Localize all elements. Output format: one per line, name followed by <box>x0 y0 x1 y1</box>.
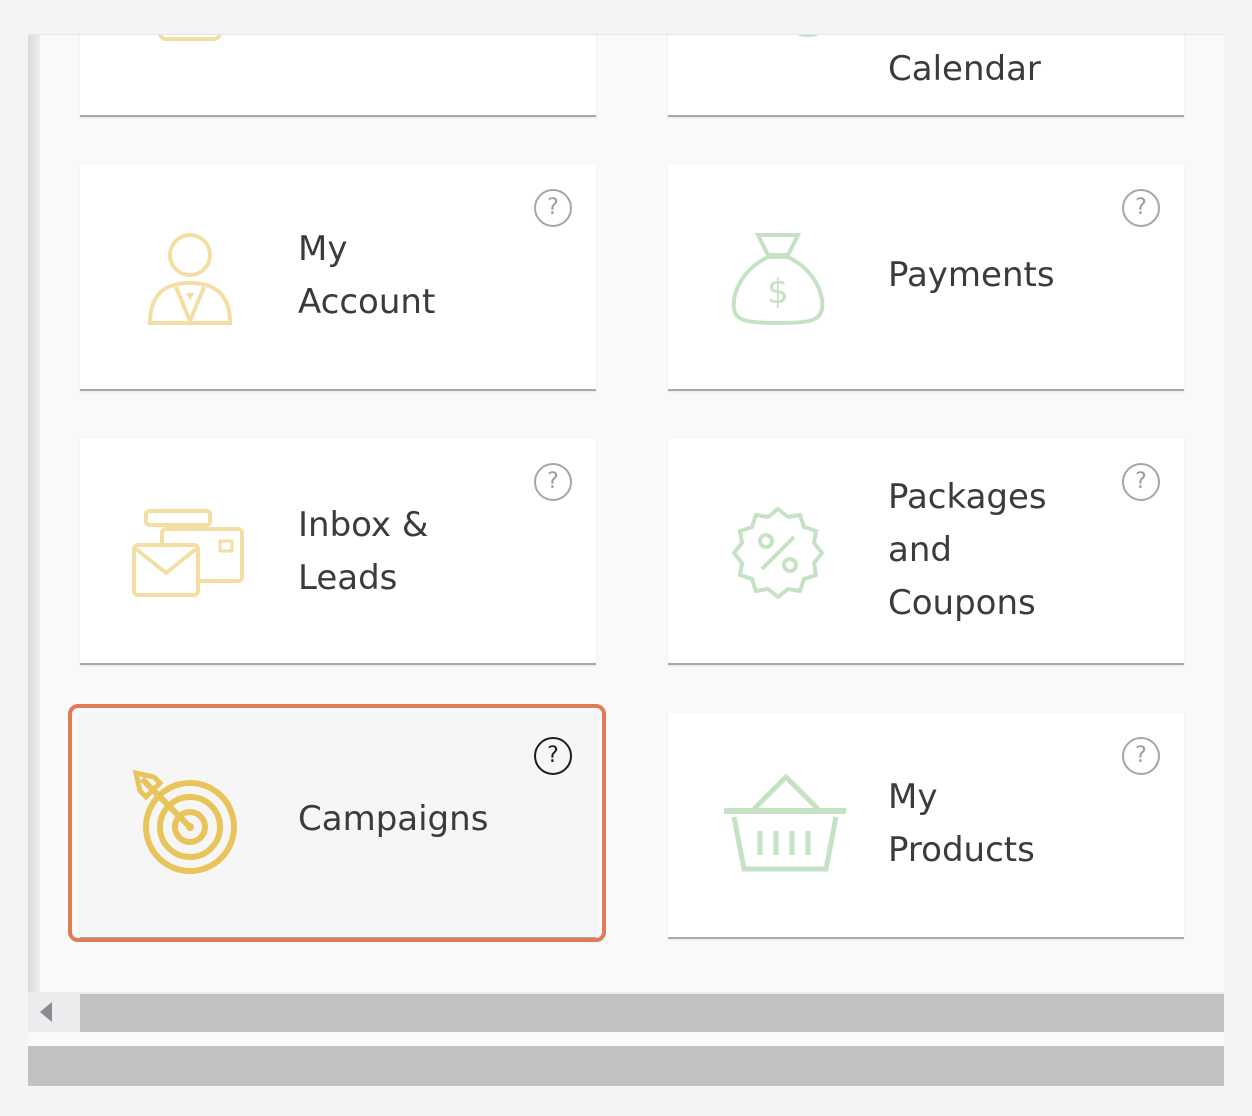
basket-icon <box>724 773 846 872</box>
card-label: Payments <box>888 255 1055 295</box>
scroll-left-arrow-icon[interactable] <box>40 1002 52 1022</box>
card-label: Campaigns <box>298 799 489 839</box>
bottom-scrollbar-track[interactable] <box>28 1046 1224 1086</box>
card-packages-coupons[interactable]: Packages and Coupons ? <box>668 439 1184 665</box>
card-top-left-partial[interactable] <box>80 35 596 117</box>
scrollbar-thumb[interactable] <box>80 994 1224 1032</box>
card-label: My Account <box>298 229 436 322</box>
help-icon[interactable]: ? <box>534 463 572 501</box>
help-icon[interactable]: ? <box>1122 189 1160 227</box>
left-edge <box>28 35 40 993</box>
help-icon[interactable]: ? <box>1122 463 1160 501</box>
help-icon[interactable]: ? <box>534 189 572 227</box>
card-inbox-leads[interactable]: Inbox & Leads ? <box>80 439 596 665</box>
card-label: Inbox & Leads <box>298 505 429 598</box>
help-icon[interactable]: ? <box>534 737 572 775</box>
card-payments[interactable]: $ Payments ? <box>668 165 1184 391</box>
money-bag-icon: $ <box>731 233 825 326</box>
mail-card-icon <box>132 509 244 597</box>
card-my-account[interactable]: My Account ? <box>80 165 596 391</box>
horizontal-scrollbar[interactable] <box>28 992 1224 1032</box>
card-label: Calendar <box>888 49 1041 89</box>
card-campaigns[interactable]: Campaigns ? <box>80 713 596 939</box>
svg-text:$: $ <box>767 272 789 312</box>
partial-yellow-icon <box>158 35 222 41</box>
target-icon <box>132 769 237 874</box>
card-label: My Products <box>888 777 1035 870</box>
partial-green-icon <box>796 35 820 37</box>
card-my-products[interactable]: My Products ? <box>668 713 1184 939</box>
discount-badge-icon <box>731 506 825 600</box>
help-icon[interactable]: ? <box>1122 737 1160 775</box>
user-icon <box>147 233 233 327</box>
card-grid: Calendar My Account ? $ Payments ? Inbox… <box>28 34 1224 1087</box>
card-calendar[interactable]: Calendar <box>668 35 1184 117</box>
